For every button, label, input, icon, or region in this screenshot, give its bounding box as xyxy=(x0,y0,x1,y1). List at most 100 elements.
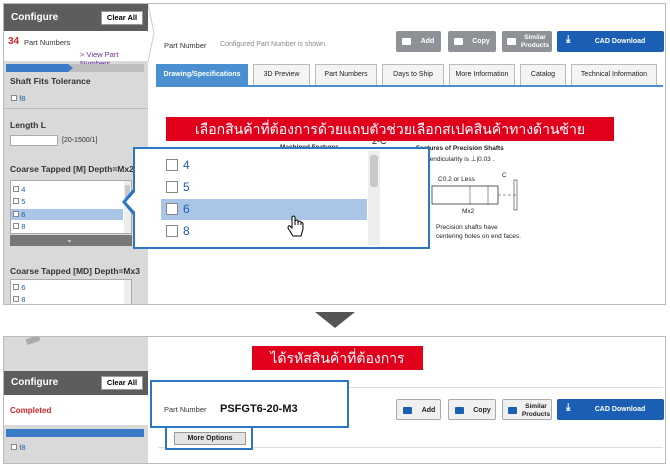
add-button[interactable]: Add xyxy=(396,31,441,52)
zoom-list-label: 6 xyxy=(183,202,190,216)
similar-line2: Products xyxy=(520,42,550,49)
list-item-label: 8 xyxy=(21,295,26,304)
list-item[interactable]: 8 xyxy=(13,295,25,304)
scrollbar[interactable] xyxy=(124,280,131,304)
tab-3d-preview[interactable]: 3D Preview xyxy=(253,64,310,86)
progress-arrow-icon xyxy=(68,64,73,72)
mx2-label: Mx2 xyxy=(462,208,475,215)
coarse-tapped-md-title: Coarse Tapped [MD] Depth=Mx3 xyxy=(10,266,140,276)
zoom-list-label: 4 xyxy=(183,158,190,172)
f8-checkbox-2[interactable] xyxy=(11,444,17,450)
copy-label-2: Copy xyxy=(473,407,491,414)
tab-drawing-specifications[interactable]: Drawing/Specifications xyxy=(156,64,248,86)
f8-checkbox[interactable] xyxy=(11,95,17,101)
f8-label-2: f8 xyxy=(19,443,26,452)
zoom-list-item[interactable]: 5 xyxy=(161,177,367,198)
copy-button[interactable]: Copy xyxy=(448,31,496,52)
list-item-checkbox[interactable] xyxy=(13,198,19,204)
tab-more-information[interactable]: More Information xyxy=(449,64,515,86)
cad-download-label-2: CAD Download xyxy=(594,406,646,413)
similar-products-button[interactable]: Similar Products xyxy=(502,31,552,52)
copy-label: Copy xyxy=(472,38,490,45)
precision-note-2: centering holes on end faces. xyxy=(436,233,521,240)
add-label: Add xyxy=(420,38,435,45)
add-button-2[interactable]: Add xyxy=(396,399,441,420)
list-item-label: 6 xyxy=(21,283,26,292)
tab-part-numbers[interactable]: Part Numbers xyxy=(315,64,377,86)
chevron-down-icon: ⌄ xyxy=(66,235,73,244)
list-item-checkbox[interactable] xyxy=(13,186,19,192)
sidebar-collapse-icon[interactable] xyxy=(147,4,156,63)
list-item-label: 8 xyxy=(21,222,26,231)
part-count-label: Part Numbers xyxy=(24,38,71,47)
part-number-result-box: Part Number PSFGT6-20-M3 xyxy=(150,380,349,428)
list-item[interactable]: 5 xyxy=(13,197,25,206)
shaft-drawing xyxy=(431,179,518,211)
tab-technical-information[interactable]: Technical Information xyxy=(571,64,657,86)
shaft-image-icon xyxy=(25,337,41,345)
divider xyxy=(4,108,148,109)
folder-add-icon xyxy=(403,407,412,414)
similar-products-button-2[interactable]: Similar Products xyxy=(502,399,552,420)
zoom-list-checkbox[interactable] xyxy=(166,203,178,215)
completed-status: Completed xyxy=(10,406,52,415)
add-label-2: Add xyxy=(421,407,436,414)
progress-bar xyxy=(6,64,144,72)
f8-label: f8 xyxy=(19,94,26,103)
expand-list-button[interactable]: ⌄ xyxy=(10,235,132,246)
list-item-selected[interactable] xyxy=(11,209,123,220)
tab-catalog[interactable]: Catalog xyxy=(520,64,566,86)
tab-underline xyxy=(156,85,663,87)
f8-option-2[interactable]: f8 xyxy=(11,443,26,452)
tab-days-to-ship[interactable]: Days to Ship xyxy=(382,64,444,86)
zoom-list-item[interactable]: 4 xyxy=(161,155,367,176)
zoom-list-checkbox[interactable] xyxy=(166,225,178,237)
zoom-scrollbar-thumb[interactable] xyxy=(370,155,378,187)
list-item-checkbox[interactable] xyxy=(13,223,19,229)
zoom-list-item[interactable]: 8 xyxy=(161,221,367,242)
zoom-list-checkbox[interactable] xyxy=(166,159,178,171)
zoom-list-item-selected[interactable]: 6 xyxy=(161,199,367,220)
list-item-checkbox[interactable] xyxy=(13,284,19,290)
detail-tabs: Drawing/Specifications 3D Preview Part N… xyxy=(156,64,663,86)
part-number-label: Part Number xyxy=(164,41,207,50)
list-item[interactable]: 4 xyxy=(13,185,25,194)
zoom-list-label: 8 xyxy=(183,224,190,238)
progress-bar-complete xyxy=(6,429,144,437)
list-item-checkbox[interactable] xyxy=(13,211,19,217)
f8-option[interactable]: f8 xyxy=(11,94,26,103)
download-icon: ⤓ xyxy=(566,402,571,413)
clear-all-button-2[interactable]: Clear All xyxy=(101,376,143,390)
copy-icon xyxy=(454,38,463,45)
more-options-button[interactable]: More Options xyxy=(174,432,246,445)
list-item[interactable]: 6 xyxy=(13,210,25,219)
coarse-tapped-list: 4 5 6 8 xyxy=(10,180,132,234)
configure-sidebar: Configure Clear All 34 Part Numbers > Vi… xyxy=(4,4,148,304)
length-title: Length L xyxy=(10,120,46,130)
progress-fill xyxy=(6,64,68,72)
list-item-label: 5 xyxy=(21,197,26,206)
cad-download-button[interactable]: ⤓ CAD Download xyxy=(557,31,664,52)
similar-products-icon xyxy=(507,38,516,45)
cad-download-button-2[interactable]: ⤓ CAD Download xyxy=(557,399,664,420)
more-options-highlight: More Options xyxy=(165,426,253,450)
clear-all-button[interactable]: Clear All xyxy=(101,11,143,25)
zoom-scrollbar[interactable] xyxy=(368,151,380,245)
configure-sidebar-2: Configure Clear All Completed f8 xyxy=(4,337,148,463)
copy-button-2[interactable]: Copy xyxy=(448,399,496,420)
list-item-checkbox[interactable] xyxy=(13,296,19,302)
configure-title: Configure xyxy=(11,12,59,23)
cad-download-label: CAD Download xyxy=(594,38,646,45)
shaft-fits-title: Shaft Fits Tolerance xyxy=(10,76,91,86)
completed-area: Completed xyxy=(4,395,148,425)
part-number-value: PSFGT6-20-M3 xyxy=(220,403,298,415)
configure-header: Configure Clear All xyxy=(4,4,148,31)
part-number-label-2: Part Number xyxy=(164,405,207,414)
step2-result-banner: ได้รหัสสินค้าที่ต้องการ xyxy=(252,346,423,370)
list-item[interactable]: 6 xyxy=(13,283,25,292)
length-input[interactable] xyxy=(10,135,58,146)
similar-line2-2: Products xyxy=(521,411,551,418)
zoom-list-checkbox[interactable] xyxy=(166,181,178,193)
zoom-list-label: 5 xyxy=(183,180,190,194)
list-item[interactable]: 8 xyxy=(13,222,25,231)
